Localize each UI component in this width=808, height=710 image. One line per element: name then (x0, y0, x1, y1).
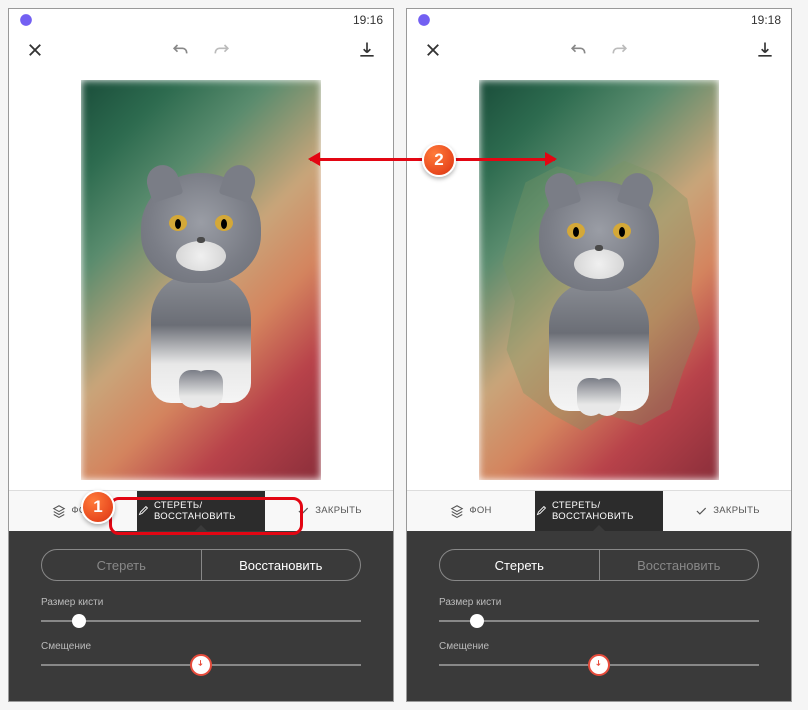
cat-subject (509, 181, 689, 411)
tab-label: ЗАКРЫТЬ (713, 505, 760, 516)
viber-icon (417, 13, 431, 27)
toggle-restore[interactable]: Восстановить (600, 550, 759, 580)
viber-icon (19, 13, 33, 27)
status-bar: 19:16 (9, 9, 393, 31)
toggle-label: Стереть (97, 558, 146, 573)
undo-button[interactable] (168, 38, 192, 62)
offset-control: Смещение (41, 641, 361, 673)
layers-icon (450, 504, 464, 518)
toggle-restore[interactable]: Восстановить (202, 550, 361, 580)
undo-button[interactable] (566, 38, 590, 62)
close-button[interactable] (23, 38, 47, 62)
top-toolbar (9, 31, 393, 70)
status-bar: 19:18 (407, 9, 791, 31)
image-canvas[interactable] (81, 80, 321, 480)
brush-icon (137, 504, 149, 518)
status-time: 19:16 (353, 13, 383, 27)
tab-close[interactable]: ЗАКРЫТЬ (265, 491, 393, 531)
tab-background[interactable]: ФОН (407, 491, 535, 531)
offset-slider[interactable] (41, 657, 361, 673)
toggle-erase[interactable]: Стереть (42, 550, 202, 580)
tab-erase-restore[interactable]: СТЕРЕТЬ/ВОССТАНОВИТЬ (535, 491, 663, 531)
tab-label: ФОН (71, 505, 93, 516)
tab-bar: ФОН СТЕРЕТЬ/ВОССТАНОВИТЬ ЗАКРЫТЬ (407, 490, 791, 531)
slider-label: Размер кисти (439, 597, 759, 608)
close-button[interactable] (421, 38, 445, 62)
slider-label: Смещение (439, 641, 759, 652)
brush-size-slider[interactable] (439, 613, 759, 629)
offset-control: Смещение (439, 641, 759, 673)
tab-label: ЗАКРЫТЬ (315, 505, 362, 516)
hand-icon[interactable] (588, 654, 610, 676)
brush-size-control: Размер кисти (439, 597, 759, 629)
slider-label: Размер кисти (41, 597, 361, 608)
check-icon (694, 504, 708, 518)
canvas-area[interactable] (407, 70, 791, 490)
tab-label: ФОН (469, 505, 491, 516)
offset-slider[interactable] (439, 657, 759, 673)
tab-background[interactable]: ФОН (9, 491, 137, 531)
tab-label: СТЕРЕТЬ/ВОССТАНОВИТЬ (154, 500, 265, 522)
download-button[interactable] (753, 38, 777, 62)
controls-panel: Стереть Восстановить Размер кисти Смещен… (9, 531, 393, 701)
status-time: 19:18 (751, 13, 781, 27)
toggle-label: Стереть (495, 558, 544, 573)
tab-label: СТЕРЕТЬ/ВОССТАНОВИТЬ (552, 500, 663, 522)
hand-icon[interactable] (190, 654, 212, 676)
mode-toggle: Стереть Восстановить (41, 549, 361, 581)
mode-toggle: Стереть Восстановить (439, 549, 759, 581)
cat-subject (111, 173, 291, 403)
brush-size-control: Размер кисти (41, 597, 361, 629)
tab-close[interactable]: ЗАКРЫТЬ (663, 491, 791, 531)
image-canvas[interactable] (479, 80, 719, 480)
canvas-area[interactable] (9, 70, 393, 490)
redo-button[interactable] (210, 38, 234, 62)
brush-icon (535, 504, 547, 518)
toggle-label: Восстановить (239, 558, 322, 573)
download-button[interactable] (355, 38, 379, 62)
top-toolbar (407, 31, 791, 70)
controls-panel: Стереть Восстановить Размер кисти Смещен… (407, 531, 791, 701)
check-icon (296, 504, 310, 518)
toggle-erase[interactable]: Стереть (440, 550, 600, 580)
tab-bar: ФОН СТЕРЕТЬ/ВОССТАНОВИТЬ ЗАКРЫТЬ (9, 490, 393, 531)
screen-right: 19:18 (406, 8, 792, 702)
tab-erase-restore[interactable]: СТЕРЕТЬ/ВОССТАНОВИТЬ (137, 491, 265, 531)
layers-icon (52, 504, 66, 518)
redo-button[interactable] (608, 38, 632, 62)
slider-label: Смещение (41, 641, 361, 652)
screen-left: 19:16 (8, 8, 394, 702)
brush-size-slider[interactable] (41, 613, 361, 629)
toggle-label: Восстановить (637, 558, 720, 573)
